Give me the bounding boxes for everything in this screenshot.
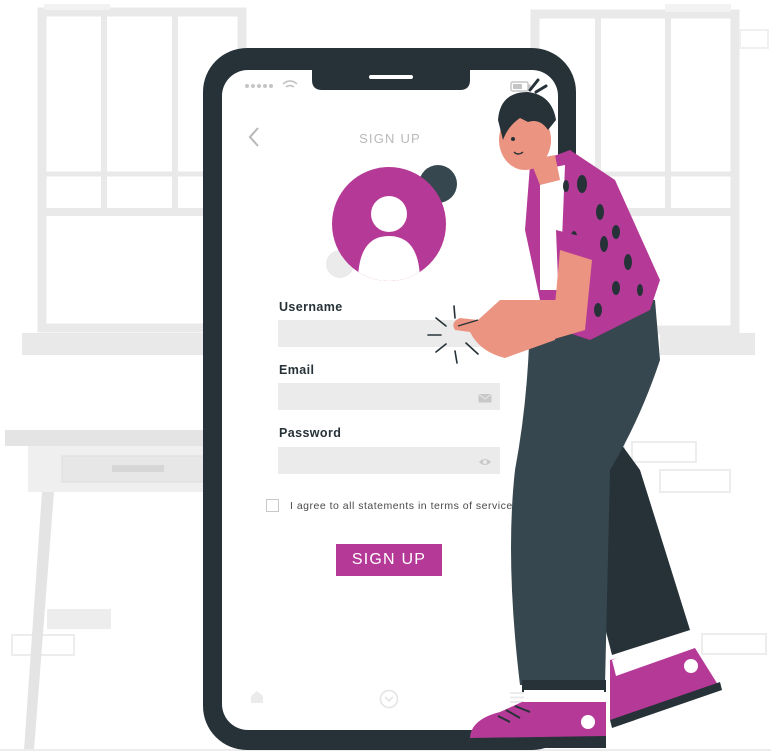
person-illustration [427,78,722,748]
tap-sparkle-icon [427,305,479,364]
illustration-scene: SIGN UP Username Email Password I agree … [0,0,771,753]
